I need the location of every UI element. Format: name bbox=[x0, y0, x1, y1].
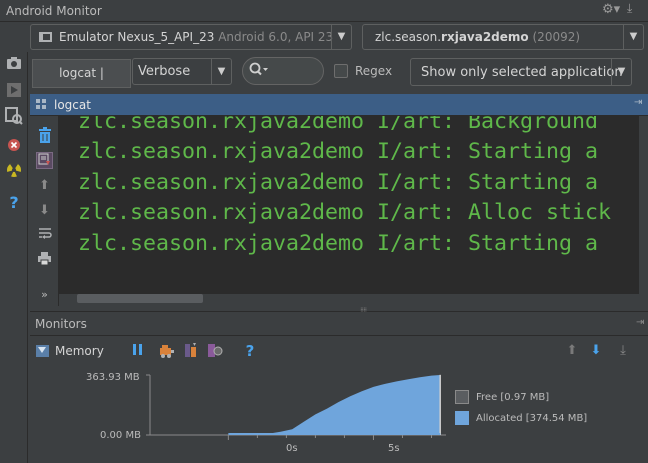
device-detail: Android 6.0, API 23 bbox=[218, 30, 334, 44]
help-icon[interactable]: ? bbox=[242, 343, 258, 359]
device-name: Emulator Nexus_5_API_23 bbox=[59, 30, 215, 44]
memory-chart: 363.93 MB 0.00 MB 0s 5s Free [0.97 MB] A… bbox=[30, 363, 648, 463]
log-search-box[interactable] bbox=[242, 57, 324, 85]
left-toolbar: ? bbox=[0, 52, 28, 463]
camera-icon[interactable] bbox=[5, 56, 23, 74]
log-search-input[interactable] bbox=[273, 62, 319, 80]
layout-inspector-icon[interactable] bbox=[5, 107, 23, 125]
chevron-down-icon: ▼ bbox=[611, 59, 631, 85]
radioactive-icon[interactable] bbox=[5, 162, 23, 180]
window-titlebar: Android Monitor ⚙▾ ⤓ bbox=[0, 0, 648, 22]
scrollbar-thumb[interactable] bbox=[77, 294, 203, 303]
trash-icon[interactable] bbox=[36, 127, 53, 144]
logcat-horizontal-scrollbar[interactable] bbox=[59, 294, 639, 306]
down-icon[interactable]: ⬇ bbox=[36, 202, 53, 219]
pin-icon[interactable]: ⇥ bbox=[636, 317, 644, 328]
logcat-icon bbox=[36, 99, 46, 109]
legend-swatch-allocated bbox=[455, 411, 469, 425]
chevron-down-icon: ▼ bbox=[331, 25, 351, 49]
scroll-to-end-icon[interactable] bbox=[36, 152, 53, 169]
emulator-icon bbox=[39, 32, 52, 42]
log-level-select[interactable]: Verbose ▼ bbox=[132, 58, 232, 85]
tab-logcat-monitors[interactable]: logcat | Monitors bbox=[32, 59, 131, 107]
app-filter-value: Show only selected application bbox=[421, 65, 623, 80]
chevron-down-icon: ▼ bbox=[211, 59, 231, 84]
up-icon[interactable]: ⬆ bbox=[564, 343, 580, 359]
dump-icon[interactable] bbox=[183, 343, 199, 359]
logcat-panel-header: logcat ⇥ bbox=[30, 94, 648, 116]
x-axis-tick-0s: 0s bbox=[286, 443, 298, 454]
app-package-prefix: zlc.season. bbox=[375, 30, 442, 44]
pause-icon[interactable] bbox=[130, 343, 146, 359]
logcat-vertical-scrollbar[interactable] bbox=[639, 116, 648, 294]
memory-monitor-toolbar: Memory ? ⬆ ⬇ ⤓ bbox=[30, 337, 648, 363]
down-icon[interactable]: ⬇ bbox=[588, 343, 604, 359]
logcat-output[interactable]: zlc.season.rxjava2demo I/art: Background… bbox=[59, 116, 639, 294]
chevron-down-icon: ▼ bbox=[623, 25, 643, 49]
up-icon[interactable]: ⬆ bbox=[36, 177, 53, 194]
alloc-icon[interactable] bbox=[207, 343, 223, 359]
log-line: zlc.season.rxjava2demo I/art: Starting a bbox=[78, 139, 599, 164]
app-filter-select[interactable]: Show only selected application ▼ bbox=[410, 58, 632, 86]
device-selector[interactable]: Emulator Nexus_5_API_23 Android 6.0, API… bbox=[30, 24, 352, 50]
regex-label: Regex bbox=[355, 64, 393, 78]
y-axis-tick-min: 0.00 MB bbox=[100, 430, 141, 441]
legend-allocated: Allocated [374.54 MB] bbox=[476, 413, 588, 424]
log-line: zlc.season.rxjava2demo I/art: Starting a bbox=[78, 170, 599, 195]
x-axis-tick-5s: 5s bbox=[388, 443, 400, 454]
y-axis-tick-max: 363.93 MB bbox=[86, 372, 140, 383]
play-icon[interactable] bbox=[5, 82, 23, 100]
monitors-panel-title: Monitors bbox=[35, 317, 87, 331]
logcat-panel-title: logcat bbox=[54, 98, 91, 112]
print-icon[interactable] bbox=[36, 251, 53, 268]
log-level-value: Verbose bbox=[138, 64, 191, 79]
close-icon[interactable] bbox=[5, 138, 23, 156]
log-line: zlc.season.rxjava2demo I/art: Starting a bbox=[78, 231, 599, 256]
allocated-area bbox=[228, 374, 441, 435]
more-icon[interactable]: » bbox=[36, 286, 53, 303]
legend-free: Free [0.97 MB] bbox=[476, 392, 550, 403]
legend-swatch-free bbox=[455, 390, 469, 404]
pin-icon[interactable]: ⇥ bbox=[634, 97, 642, 108]
help-icon[interactable]: ? bbox=[5, 194, 23, 212]
logcat-toolbar: ⬆ ⬇ » bbox=[30, 116, 59, 306]
regex-checkbox[interactable] bbox=[334, 64, 348, 78]
app-package-name: rxjava2demo bbox=[441, 30, 529, 44]
gc-icon[interactable] bbox=[159, 343, 175, 359]
hide-icon[interactable]: ⤓ bbox=[627, 1, 632, 16]
search-icon bbox=[249, 62, 268, 80]
log-line: zlc.season.rxjava2demo I/art: Background bbox=[78, 116, 599, 134]
memory-monitor-title: Memory bbox=[55, 344, 104, 358]
download-icon[interactable]: ⤓ bbox=[615, 343, 631, 359]
monitors-panel-header: Monitors ⇥ bbox=[30, 312, 648, 336]
app-pid: (20092) bbox=[532, 30, 581, 44]
collapse-icon[interactable] bbox=[36, 345, 49, 357]
app-selector[interactable]: zlc.season.rxjava2demo (20092) ▼ bbox=[362, 24, 644, 50]
log-line: zlc.season.rxjava2demo I/art: Alloc stic… bbox=[78, 200, 612, 225]
gear-icon[interactable]: ⚙▾ bbox=[602, 2, 620, 17]
window-title: Android Monitor bbox=[6, 4, 102, 18]
wrap-icon[interactable] bbox=[36, 226, 53, 243]
